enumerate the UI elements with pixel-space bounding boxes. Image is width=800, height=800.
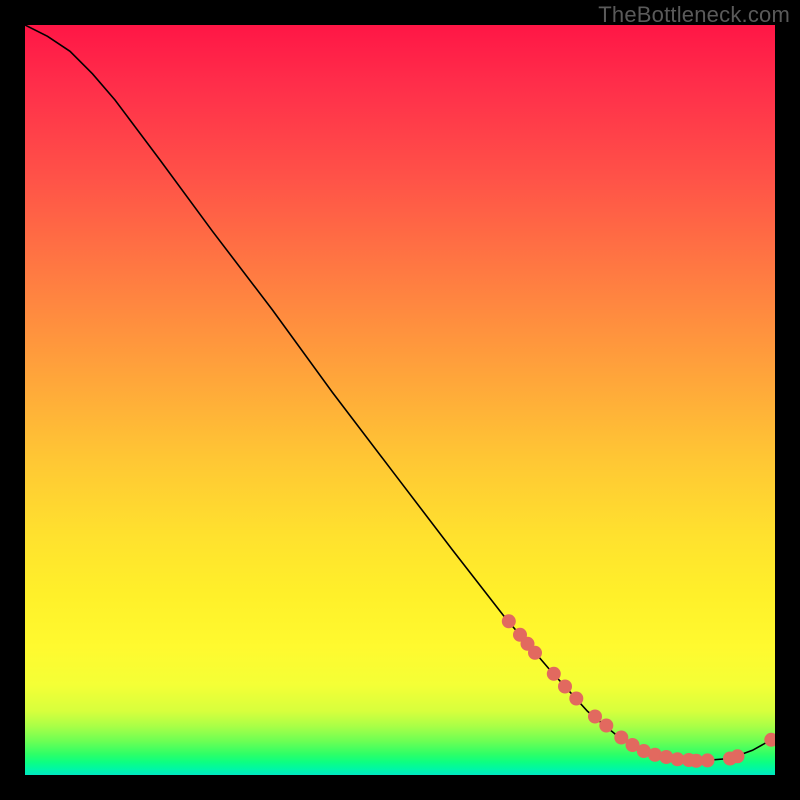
chart-stage: TheBottleneck.com [0, 0, 800, 800]
chart-background [25, 25, 775, 775]
rainbow-gradient [25, 25, 775, 775]
watermark-text: TheBottleneck.com [598, 2, 790, 28]
